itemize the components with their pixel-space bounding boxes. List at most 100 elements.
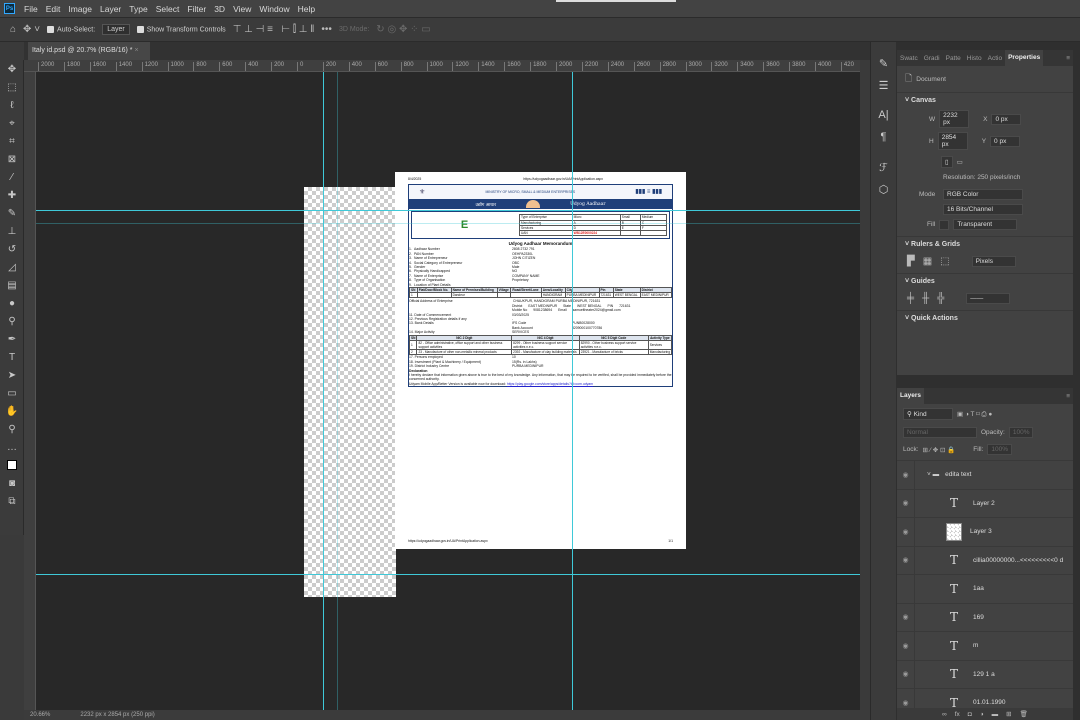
guide-horizontal[interactable]	[36, 574, 860, 575]
dodge-tool-icon[interactable]: ⚲	[0, 312, 24, 330]
more-tools-icon[interactable]: …	[0, 438, 24, 456]
crop-tool-icon[interactable]: ⌗	[0, 132, 24, 150]
guide-lock-icon[interactable]: ╫	[922, 293, 929, 304]
opacity-input[interactable]: 100%	[1008, 427, 1034, 438]
rulers-grids-section[interactable]: ˅ Rulers & Grids	[897, 236, 1073, 252]
eye-icon[interactable]: ◉	[897, 518, 915, 546]
more-icon[interactable]: •••	[321, 24, 332, 35]
canvas-area[interactable]: 8/4/2025 https://udyogaadhaar.gov.in/UA/P…	[36, 72, 860, 710]
move-tool-icon[interactable]: ✥ ˅	[23, 24, 40, 35]
tab-layers[interactable]: Layers	[897, 388, 924, 404]
tab-history[interactable]: Histo	[964, 55, 985, 62]
adjustments-icon[interactable]: ☰	[871, 74, 896, 96]
panel-menu-icon[interactable]: ≡	[1063, 55, 1073, 62]
layer-row[interactable]: ◉ Tm	[897, 631, 1073, 660]
filter-kind-dropdown[interactable]: ⚲ Kind	[903, 408, 953, 420]
paragraph-icon[interactable]: ¶	[871, 126, 896, 148]
layer-name[interactable]: edita text	[945, 471, 971, 478]
new-group-icon[interactable]: ▬	[992, 711, 999, 718]
layer-name[interactable]: 01.01.1990	[973, 699, 1006, 706]
search-bar[interactable]	[556, 0, 676, 2]
close-icon[interactable]: ×	[134, 47, 138, 54]
x-input[interactable]: 0 px	[991, 113, 1022, 125]
portrait-icon[interactable]: ▯	[941, 156, 953, 168]
link-icon[interactable]: ∞	[942, 711, 947, 718]
menu-3d[interactable]: 3D	[210, 4, 229, 14]
eye-icon[interactable]: ◉	[897, 603, 915, 631]
type-tool-icon[interactable]: T	[0, 348, 24, 366]
guide-vertical[interactable]	[323, 72, 324, 710]
gradient-tool-icon[interactable]: ▤	[0, 276, 24, 294]
blend-mode-dropdown[interactable]: Normal	[903, 427, 977, 438]
tab-properties[interactable]: Properties	[1005, 50, 1044, 66]
auto-select-target-dropdown[interactable]: Layer	[102, 24, 130, 35]
blur-tool-icon[interactable]: ●	[0, 294, 24, 312]
height-input[interactable]: 2854 px	[937, 132, 968, 150]
hand-tool-icon[interactable]: ✋	[0, 402, 24, 420]
canvas-section[interactable]: ˅ Canvas	[897, 92, 1073, 108]
tab-patterns[interactable]: Patte	[943, 55, 964, 62]
tab-gradients[interactable]: Gradi	[921, 55, 943, 62]
filter-icons[interactable]: ▣ ◑ T ⌑ ⎙ ●	[957, 410, 992, 419]
layer-name[interactable]: Layer 2	[973, 500, 995, 507]
eye-icon[interactable]: ◉	[897, 660, 915, 688]
mask-icon[interactable]: ◘	[968, 711, 972, 718]
screen-mode-icon[interactable]: ⧉	[0, 492, 24, 510]
layer-row[interactable]: ◉ T 129 1 a	[897, 659, 1073, 688]
menu-select[interactable]: Select	[152, 4, 184, 14]
bit-depth-dropdown[interactable]: 16 Bits/Channel	[943, 204, 1023, 215]
guide-layout-icon[interactable]: ╬	[937, 293, 944, 304]
brush-settings-icon[interactable]: ✎	[871, 52, 896, 74]
history-brush-icon[interactable]: ↺	[0, 240, 24, 258]
layer-row[interactable]: ◉ Layer 3	[897, 517, 1073, 546]
tab-swatches[interactable]: Swatc	[897, 55, 921, 62]
healing-tool-icon[interactable]: ✚	[0, 186, 24, 204]
lock-icons[interactable]: ⊞ ⁄ ✥ ⊡ 🔒	[923, 446, 956, 454]
landscape-icon[interactable]: ▭	[957, 158, 963, 166]
fx-icon[interactable]: fx	[955, 711, 960, 718]
menu-view[interactable]: View	[229, 4, 255, 14]
pen-tool-icon[interactable]: ✒	[0, 330, 24, 348]
new-layer-icon[interactable]: ⊞	[1006, 710, 1011, 718]
guide-horizontal[interactable]	[36, 210, 860, 211]
width-input[interactable]: 2232 px	[939, 110, 970, 128]
pixel-grid-icon[interactable]: ⬚	[940, 256, 949, 267]
3d-icon[interactable]: ⬡	[871, 178, 896, 200]
menu-type[interactable]: Type	[125, 4, 151, 14]
menu-layer[interactable]: Layer	[96, 4, 125, 14]
layer-name[interactable]: cillia00000000...<<<<<<<<<0 d	[973, 557, 1063, 564]
3d-tools-icons[interactable]: ↻ ◎ ✥ ⁘ ▭	[376, 24, 430, 35]
brush-tool-icon[interactable]: ✎	[0, 204, 24, 222]
app-link[interactable]: https://play.google.com/store/apps/detai…	[507, 382, 593, 386]
fill-dropdown[interactable]: Transparent	[953, 219, 1018, 230]
layer-name[interactable]: 129 1 a	[973, 671, 995, 678]
quick-select-tool-icon[interactable]: ⌖	[0, 114, 24, 132]
layer-row[interactable]: ◉ ˅ ▬ edita text	[897, 460, 1073, 489]
auto-select-checkbox[interactable]: Auto-Select:	[47, 25, 95, 33]
guide-vertical[interactable]	[337, 72, 338, 710]
mode-dropdown[interactable]: RGB Color	[943, 189, 1023, 200]
layer-row[interactable]: ◉ Tcillia00000000...<<<<<<<<<0 d	[897, 545, 1073, 574]
menu-filter[interactable]: Filter	[183, 4, 210, 14]
path-select-tool-icon[interactable]: ➤	[0, 366, 24, 384]
move-tool-icon[interactable]: ✥	[0, 60, 24, 78]
shape-tool-icon[interactable]: ▭	[0, 384, 24, 402]
guides-section[interactable]: ˅ Guides	[897, 273, 1073, 289]
layer-name[interactable]: m	[973, 642, 978, 649]
character-icon[interactable]: A|	[871, 104, 896, 126]
quick-mask-icon[interactable]: ◙	[0, 474, 24, 492]
zoom-tool-icon[interactable]: ⚲	[0, 420, 24, 438]
eyedropper-tool-icon[interactable]: ⁄	[0, 168, 24, 186]
menu-edit[interactable]: Edit	[42, 4, 65, 14]
layer-fill-input[interactable]: 100%	[987, 444, 1013, 455]
marquee-tool-icon[interactable]: ⬚	[0, 78, 24, 96]
document-tab[interactable]: Italy id.psd @ 20.7% (RGB/16) * ×	[28, 42, 150, 60]
menu-image[interactable]: Image	[64, 4, 96, 14]
layer-name[interactable]: 169	[973, 614, 984, 621]
stamp-tool-icon[interactable]: ⊥	[0, 222, 24, 240]
visibility-off-icon[interactable]	[897, 575, 915, 603]
guide-icon[interactable]: ╪	[907, 293, 914, 304]
menu-file[interactable]: File	[20, 4, 42, 14]
eye-icon[interactable]: ◉	[897, 632, 915, 660]
guide-style-dropdown[interactable]: ——	[966, 293, 1011, 304]
